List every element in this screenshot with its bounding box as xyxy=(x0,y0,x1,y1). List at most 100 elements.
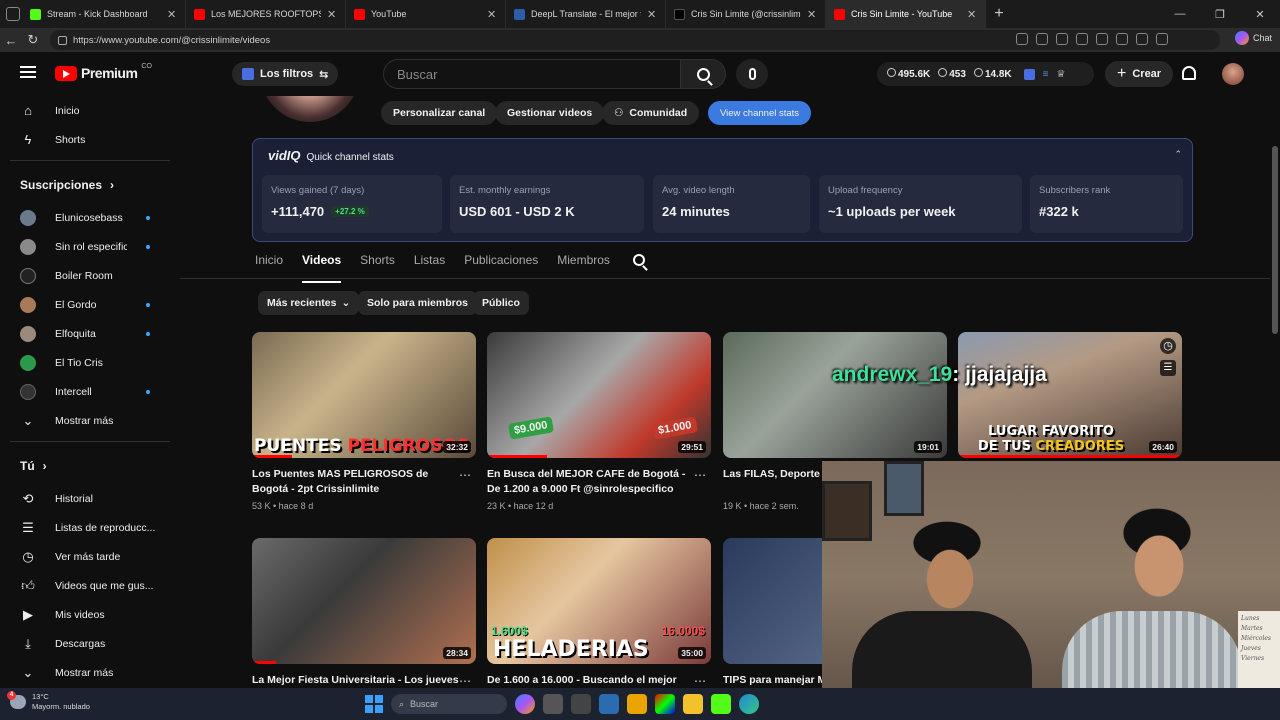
video-thumbnail[interactable]: 28:34 xyxy=(252,538,476,664)
channel-search-button[interactable] xyxy=(633,254,645,266)
favorite-star-icon[interactable] xyxy=(1056,33,1068,45)
browser-tab-youtube[interactable]: YouTube ✕ xyxy=(346,0,506,28)
subscription-boiler-room[interactable]: Boiler Room xyxy=(0,261,170,290)
apps-icon[interactable] xyxy=(1016,33,1028,45)
scrollbar-thumb[interactable] xyxy=(1272,146,1278,334)
subscription-elfoquita[interactable]: Elfoquita xyxy=(0,319,170,348)
show-more-subscriptions[interactable]: ⌄ Mostrar más xyxy=(0,406,170,435)
taskbar-search[interactable]: ⌕ Buscar xyxy=(391,694,507,714)
settings-icon[interactable] xyxy=(599,694,619,714)
video-title[interactable]: En Busca del MEJOR CAFE de Bogotá - De 1… xyxy=(487,467,697,497)
favorites-icon[interactable] xyxy=(1116,33,1128,45)
community-button[interactable]: ⚇ Comunidad xyxy=(602,101,700,125)
chip-publico[interactable]: Público xyxy=(473,291,529,315)
trophy-icon[interactable]: ♕ xyxy=(1056,69,1065,80)
browser-tab-rooftops[interactable]: Los MEJORES ROOFTOPS de BOGOTÁ ✕ xyxy=(186,0,346,28)
browser-tab-deepl[interactable]: DeepL Translate - El mejor traductor ✕ xyxy=(506,0,666,28)
close-tab-icon[interactable]: ✕ xyxy=(167,8,177,21)
subscription-el-tio-cris[interactable]: El Tio Cris xyxy=(0,348,170,377)
sidebar-item-watch-later[interactable]: ◷ Ver más tarde xyxy=(0,542,170,571)
collapse-chevron-icon[interactable]: ⌃ xyxy=(1174,149,1182,160)
voice-search-button[interactable] xyxy=(736,59,768,89)
browser-tab-cris-youtube[interactable]: Cris Sin Limite - YouTube ✕ xyxy=(826,0,986,28)
add-to-queue-icon[interactable]: ☰ xyxy=(1160,360,1176,376)
subscription-intercell[interactable]: Intercell xyxy=(0,377,170,406)
video-card[interactable]: 28:34 La Mejor Fiesta Universitaria - Lo… xyxy=(252,538,476,686)
create-button[interactable]: + Crear xyxy=(1105,61,1174,87)
customize-channel-button[interactable]: Personalizar canal xyxy=(381,101,498,125)
minimize-icon[interactable]: — xyxy=(1160,0,1200,28)
tab-publicaciones[interactable]: Publicaciones xyxy=(464,253,538,277)
video-card[interactable]: $9.000 $1.000 29:51 En Busca del MEJOR C… xyxy=(487,332,711,511)
more-actions-icon[interactable]: ⋯ xyxy=(459,674,472,686)
tab-listas[interactable]: Listas xyxy=(414,253,445,277)
video-title[interactable]: Los Puentes MAS PELIGROSOS de Bogotá - 2… xyxy=(252,467,462,497)
app-icon[interactable] xyxy=(655,694,675,714)
video-title[interactable]: La Mejor Fiesta Universitaria - Los juev… xyxy=(252,673,462,686)
weather-widget[interactable]: 4 13°C Mayorm. nublado xyxy=(7,691,90,712)
browser-tab-tiktok[interactable]: Cris Sin Limite (@crissinlimite) | TikTo… xyxy=(666,0,826,28)
search-input[interactable]: Buscar xyxy=(383,59,680,89)
search-button[interactable] xyxy=(680,59,726,89)
tab-inicio[interactable]: Inicio xyxy=(255,253,283,277)
sidebar-item-historial[interactable]: ⟲ Historial xyxy=(0,484,170,513)
filters-button[interactable]: Los filtros ⇆ xyxy=(232,62,339,86)
chip-mas-recientes[interactable]: Más recientes ⌄ xyxy=(258,291,360,315)
file-explorer-icon[interactable] xyxy=(683,694,703,714)
vidiq-stats-pill[interactable]: 495.6K 453 14.8K ≡ ♕ xyxy=(877,62,1094,86)
task-view-icon[interactable] xyxy=(543,694,563,714)
account-avatar[interactable] xyxy=(1222,63,1244,85)
sidebar-item-downloads[interactable]: ⤓ Descargas xyxy=(0,629,170,658)
site-info-icon[interactable] xyxy=(58,35,67,45)
more-actions-icon[interactable]: ⋯ xyxy=(459,468,472,482)
sidebar-item-liked-videos[interactable]: 👍︎ Videos que me gus... xyxy=(0,571,170,600)
new-tab-button[interactable]: + xyxy=(986,0,1012,28)
show-more-you[interactable]: ⌄ Mostrar más xyxy=(0,658,170,686)
close-window-icon[interactable]: ✕ xyxy=(1240,0,1280,28)
subscriptions-heading[interactable]: Suscripciones › xyxy=(0,167,170,203)
video-thumbnail[interactable]: 19:01 xyxy=(723,332,947,458)
kick-icon[interactable] xyxy=(711,694,731,714)
back-icon[interactable]: ← xyxy=(0,33,22,48)
subscription-el-gordo[interactable]: El Gordo xyxy=(0,290,170,319)
watch-later-icon[interactable]: ◷ xyxy=(1160,338,1176,354)
video-thumbnail[interactable]: ◷ ☰ LUGAR FAVORITO DE TUS CREADORES 26:40 xyxy=(958,332,1182,458)
close-tab-icon[interactable]: ✕ xyxy=(647,8,657,21)
app-icon[interactable] xyxy=(571,694,591,714)
video-card[interactable]: PUENTES PELIGROSOS 32:32 Los Puentes MAS… xyxy=(252,332,476,511)
subscription-sin-rol-especifico[interactable]: Sin rol especifico xyxy=(0,232,170,261)
sidebar-item-my-videos[interactable]: ▶ Mis videos xyxy=(0,600,170,629)
url-field[interactable]: https://www.youtube.com/@crissinlimite/v… xyxy=(50,30,1220,50)
close-tab-icon[interactable]: ✕ xyxy=(487,8,497,21)
video-title[interactable]: De 1.600 a 16.000 - Buscando el mejor xyxy=(487,673,697,686)
tab-videos[interactable]: Videos xyxy=(302,253,342,283)
video-card[interactable]: 1.600$ 16.000$ HELADERIAS 35:00 De 1.600… xyxy=(487,538,711,686)
browser-tab-kick[interactable]: Stream - Kick Dashboard ✕ xyxy=(0,0,186,28)
notifications-bell-icon[interactable] xyxy=(1182,66,1196,80)
close-tab-icon[interactable]: ✕ xyxy=(327,8,337,21)
video-thumbnail[interactable]: $9.000 $1.000 29:51 xyxy=(487,332,711,458)
youtube-premium-logo[interactable]: Premium CO xyxy=(55,63,152,81)
manage-videos-button[interactable]: Gestionar videos xyxy=(495,101,605,125)
close-tab-icon[interactable]: ✕ xyxy=(967,8,977,21)
video-thumbnail[interactable]: PUENTES PELIGROSOS 32:32 xyxy=(252,332,476,458)
channel-avatar-large[interactable] xyxy=(260,96,360,122)
close-tab-icon[interactable]: ✕ xyxy=(807,8,817,21)
windows-start-icon[interactable] xyxy=(365,695,383,713)
sidebar-item-playlists[interactable]: ☰ Listas de reproducc... xyxy=(0,513,170,542)
sidebar-item-shorts[interactable]: ϟ Shorts xyxy=(0,125,170,154)
extension-icon[interactable] xyxy=(1076,33,1088,45)
more-menu-icon[interactable] xyxy=(1156,33,1168,45)
extensions-puzzle-icon[interactable] xyxy=(1096,33,1108,45)
profile-icon[interactable] xyxy=(1136,33,1148,45)
tab-actions-icon[interactable] xyxy=(6,7,20,21)
more-actions-icon[interactable]: ⋯ xyxy=(694,468,707,482)
tab-miembros[interactable]: Miembros xyxy=(557,253,610,277)
copilot-chat-button[interactable]: Chat xyxy=(1234,31,1272,45)
folder-icon[interactable] xyxy=(627,694,647,714)
menu-icon[interactable] xyxy=(20,66,36,78)
edge-icon[interactable] xyxy=(739,694,759,714)
reload-icon[interactable]: ↻ xyxy=(22,32,44,48)
more-actions-icon[interactable]: ⋯ xyxy=(694,674,707,686)
subscription-elunicosebass[interactable]: Elunicosebass xyxy=(0,203,170,232)
